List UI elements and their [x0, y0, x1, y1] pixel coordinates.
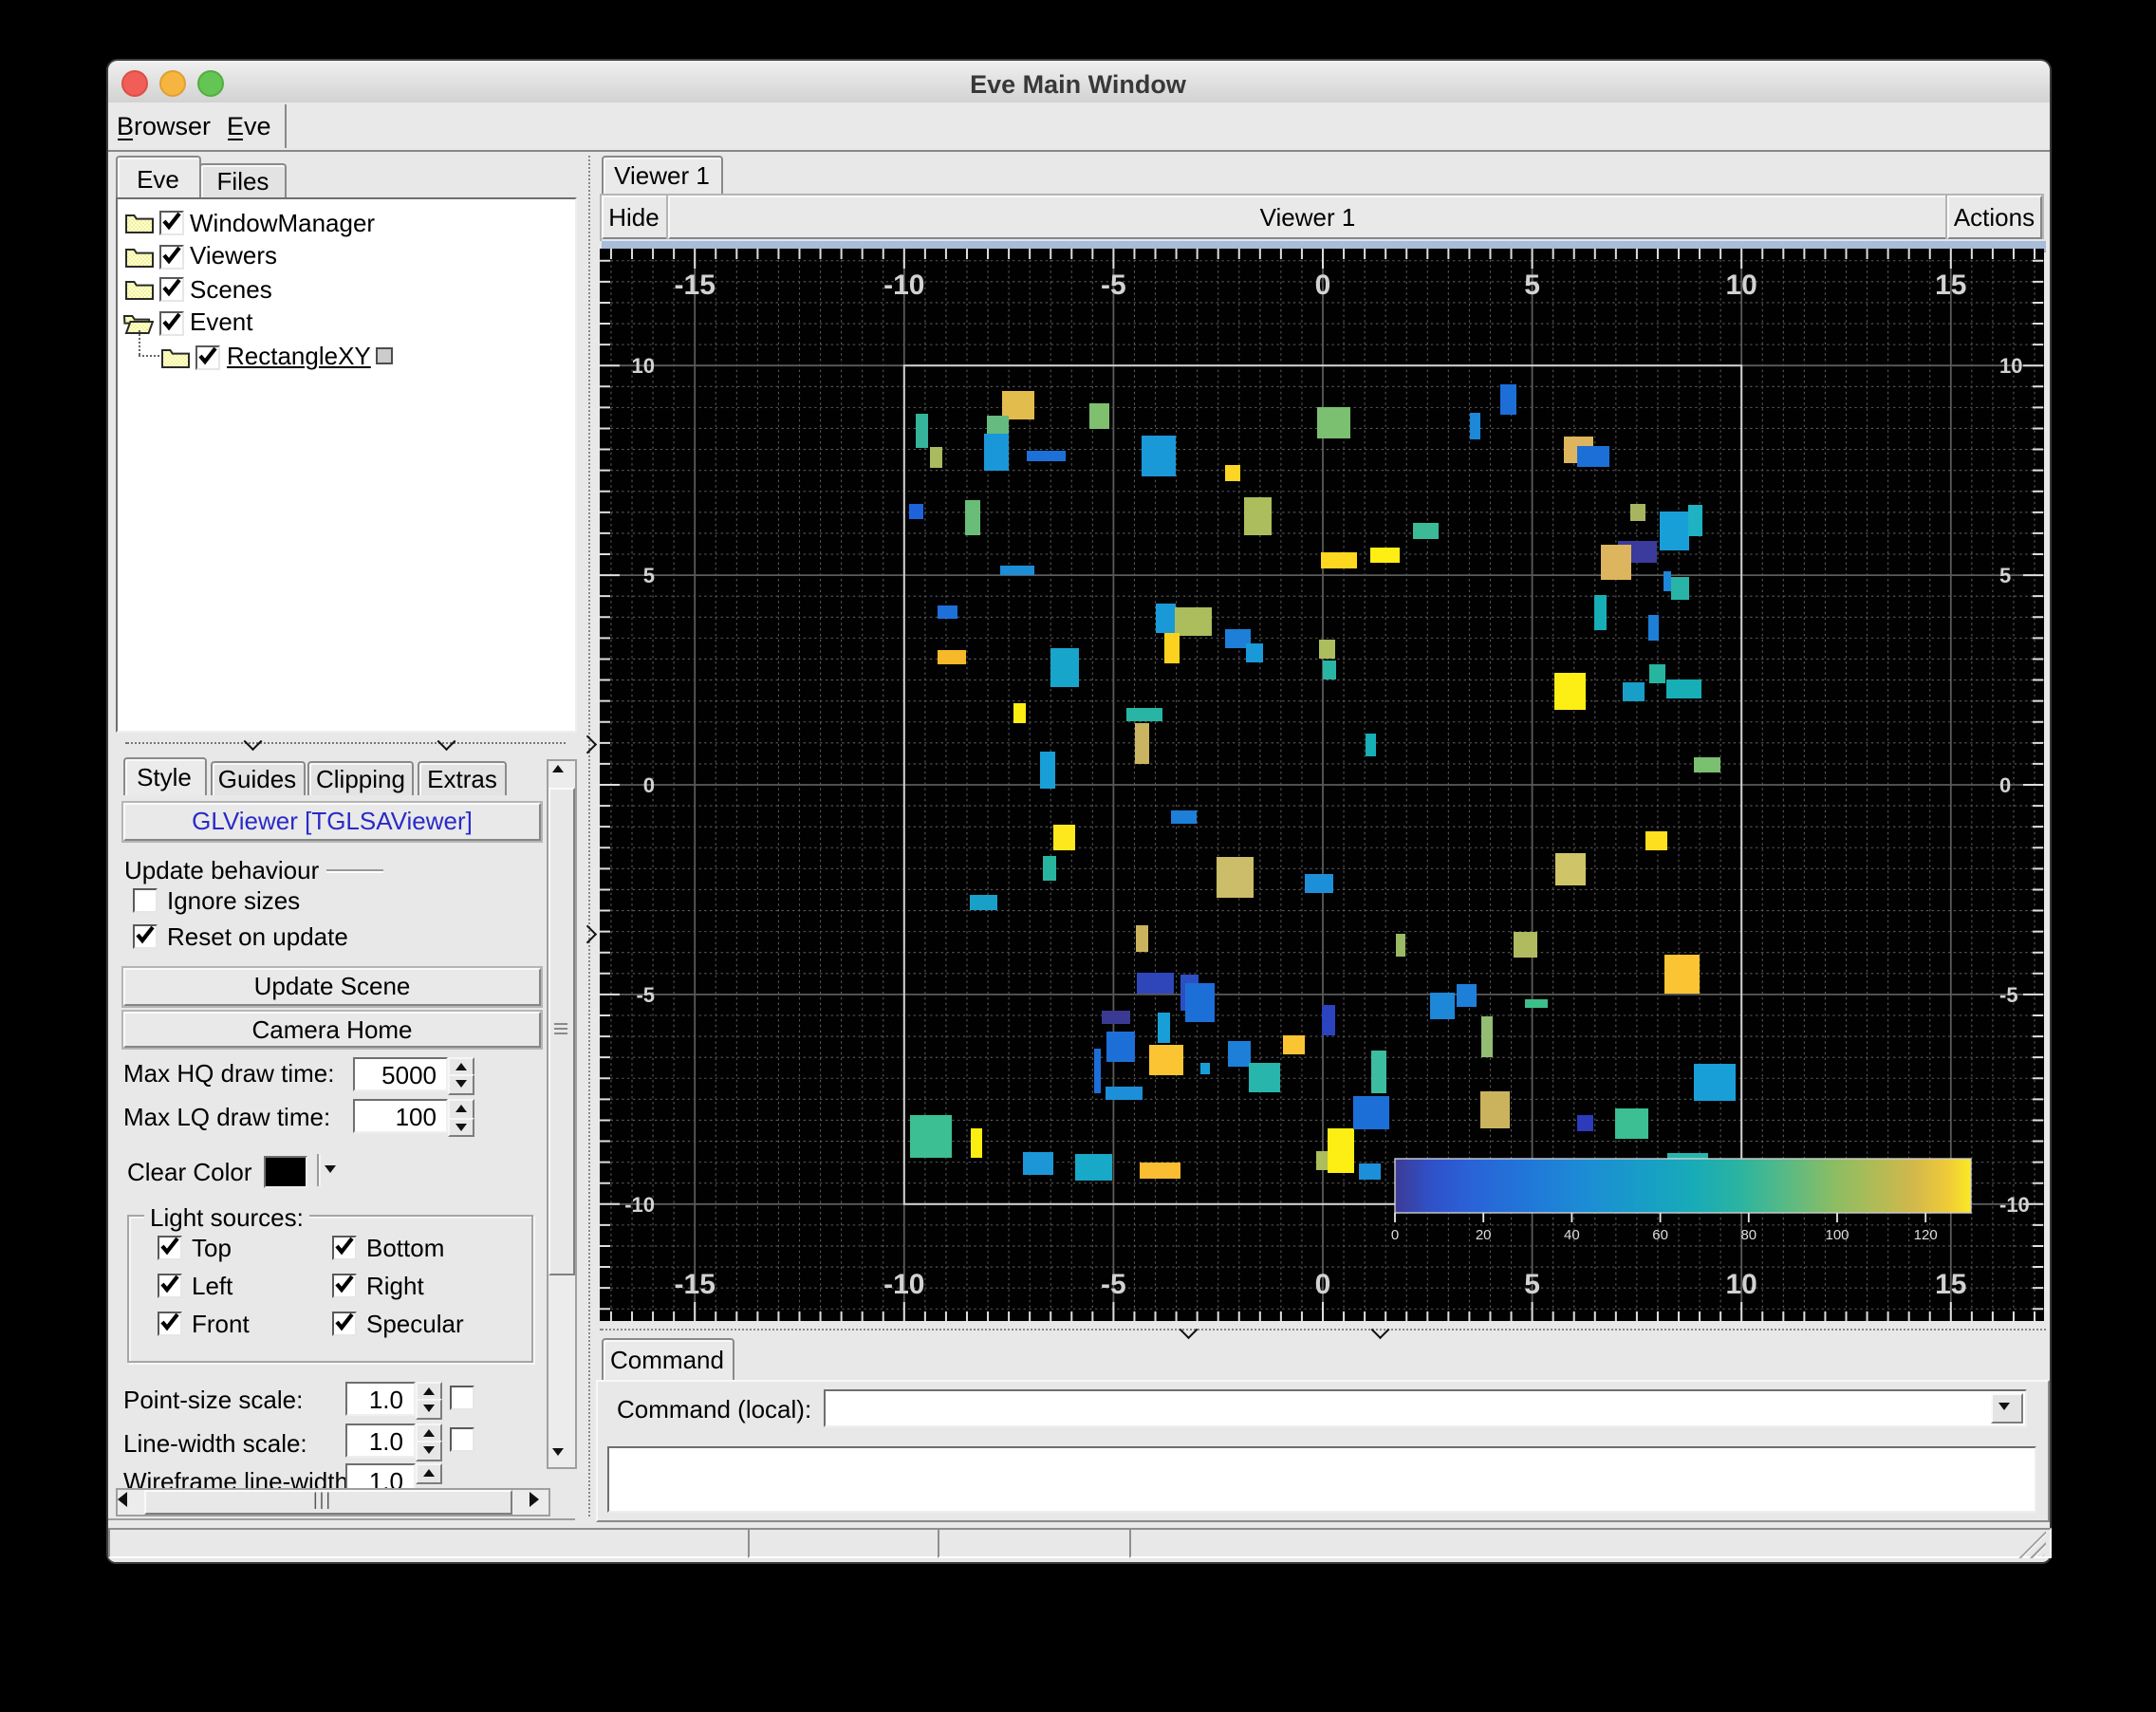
svg-text:-10: -10: [883, 1268, 923, 1299]
svg-text:60: 60: [1651, 1226, 1667, 1242]
svg-text:-5: -5: [1100, 269, 1125, 300]
svg-text:0: 0: [642, 772, 654, 796]
svg-text:10: 10: [631, 353, 654, 377]
svg-text:5: 5: [642, 563, 654, 586]
svg-text:-15: -15: [674, 1268, 715, 1299]
svg-text:10: 10: [1725, 1268, 1756, 1299]
svg-text:0: 0: [1998, 772, 2010, 796]
svg-text:0: 0: [1390, 1226, 1398, 1242]
svg-text:10: 10: [1725, 269, 1756, 300]
svg-text:-5: -5: [1998, 982, 2017, 1006]
svg-text:0: 0: [1314, 1268, 1330, 1299]
svg-text:80: 80: [1739, 1226, 1756, 1242]
svg-text:-15: -15: [674, 269, 715, 300]
svg-text:5: 5: [1523, 269, 1539, 300]
svg-text:-5: -5: [1100, 1268, 1125, 1299]
svg-text:-10: -10: [623, 1192, 654, 1216]
svg-text:-10: -10: [1998, 1192, 2029, 1216]
svg-text:0: 0: [1314, 269, 1330, 300]
svg-text:5: 5: [1998, 563, 2010, 586]
svg-text:15: 15: [1934, 1268, 1965, 1299]
svg-text:40: 40: [1563, 1226, 1579, 1242]
svg-text:10: 10: [1998, 353, 2021, 377]
svg-text:20: 20: [1475, 1226, 1491, 1242]
svg-text:100: 100: [1824, 1226, 1848, 1242]
svg-text:-10: -10: [883, 269, 923, 300]
svg-text:15: 15: [1934, 269, 1965, 300]
svg-text:-5: -5: [635, 982, 654, 1006]
svg-text:5: 5: [1523, 1268, 1539, 1299]
svg-text:120: 120: [1913, 1226, 1937, 1242]
